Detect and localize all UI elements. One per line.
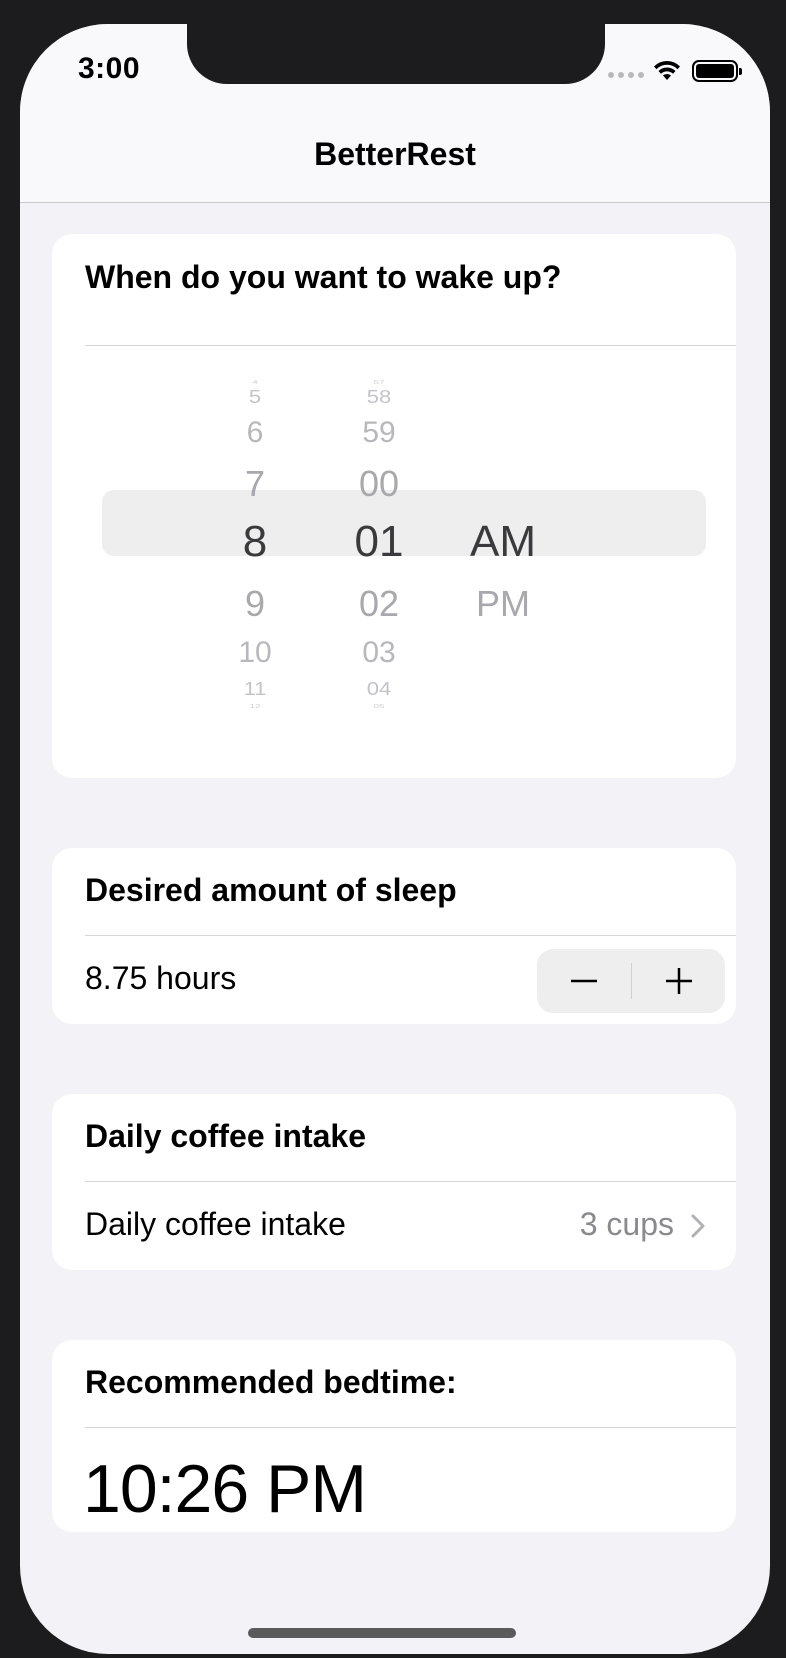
wake-time-picker[interactable]: 4 5 6 7 8 9 10 11 12 57 58 59 00 01 02 0…	[52, 346, 736, 778]
minute-item[interactable]: 57	[329, 380, 429, 386]
hour-item[interactable]: 12	[205, 704, 305, 710]
wifi-icon	[654, 60, 680, 80]
bedtime-value: 10:26 PM	[83, 1451, 367, 1527]
hour-item[interactable]: 7	[205, 466, 305, 502]
navigation-bar: 3:00 BetterRest	[20, 24, 770, 203]
notch	[187, 24, 605, 84]
section-divider	[85, 935, 736, 936]
minute-item[interactable]: 02	[329, 586, 429, 622]
section-divider	[85, 1427, 736, 1428]
section-header-bedtime: Recommended bedtime:	[85, 1364, 457, 1400]
hour-item[interactable]: 11	[205, 679, 305, 699]
period-item[interactable]: PM	[453, 586, 553, 622]
hour-item[interactable]: 4	[205, 380, 305, 386]
hour-item[interactable]: 10	[205, 638, 305, 668]
minute-item[interactable]: 00	[329, 466, 429, 502]
increment-button[interactable]	[632, 949, 726, 1013]
sleep-amount-section: Desired amount of sleep 8.75 hours	[52, 848, 736, 1024]
hour-item-selected[interactable]: 8	[205, 520, 305, 564]
hour-item[interactable]: 6	[205, 418, 305, 448]
status-time: 3:00	[78, 52, 141, 85]
section-header-coffee: Daily coffee intake	[85, 1118, 366, 1154]
minute-item[interactable]: 58	[329, 387, 429, 407]
minute-item[interactable]: 59	[329, 418, 429, 448]
minute-item[interactable]: 04	[329, 679, 429, 699]
coffee-row-label: Daily coffee intake	[85, 1206, 346, 1242]
device-frame: 3:00 BetterRest When do you want to wake…	[0, 0, 786, 1658]
wake-up-section: When do you want to wake up? 4 5 6 7 8 9…	[52, 234, 736, 778]
section-header-sleep: Desired amount of sleep	[85, 872, 457, 908]
minute-item-selected[interactable]: 01	[329, 520, 429, 564]
section-header-wake: When do you want to wake up?	[85, 259, 562, 295]
hour-item[interactable]: 5	[205, 387, 305, 407]
cellular-signal-icon	[608, 72, 644, 78]
coffee-intake-row[interactable]: Daily coffee intake 3 cups	[52, 1182, 736, 1270]
minute-item[interactable]: 03	[329, 638, 429, 668]
decrement-button[interactable]	[537, 949, 631, 1013]
minute-item[interactable]: 05	[329, 704, 429, 710]
minus-icon	[571, 979, 597, 983]
home-indicator[interactable]	[248, 1628, 516, 1638]
period-item-selected[interactable]: AM	[453, 520, 553, 564]
sleep-stepper[interactable]	[537, 949, 725, 1013]
plus-icon	[666, 968, 692, 994]
coffee-value: 3 cups	[579, 1206, 674, 1242]
sleep-amount-label: 8.75 hours	[85, 960, 237, 996]
screen: 3:00 BetterRest When do you want to wake…	[20, 24, 770, 1654]
chevron-right-icon	[691, 1214, 705, 1238]
hour-item[interactable]: 9	[205, 586, 305, 622]
recommended-bedtime-section: Recommended bedtime: 10:26 PM	[52, 1340, 736, 1532]
nav-title: BetterRest	[314, 136, 476, 172]
coffee-intake-section: Daily coffee intake Daily coffee intake …	[52, 1094, 736, 1270]
battery-icon	[692, 60, 742, 82]
